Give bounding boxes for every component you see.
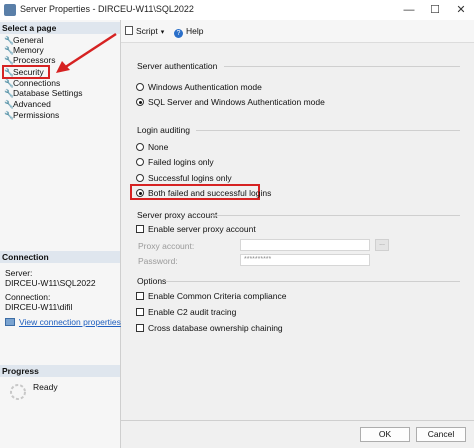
connection-header: Connection [0, 251, 120, 263]
audit-successful-radio[interactable] [136, 174, 144, 182]
wrench-icon: 🔧 [4, 111, 14, 120]
page-permissions[interactable]: 🔧Permissions [4, 110, 59, 120]
windows-auth-radio[interactable] [136, 83, 144, 91]
minimize-button[interactable]: — [396, 0, 422, 20]
progress-header: Progress [0, 365, 120, 377]
view-connection-link[interactable]: View connection properties [19, 317, 121, 327]
common-criteria-checkbox[interactable] [136, 292, 144, 300]
app-icon [4, 4, 16, 16]
page-label: Security [13, 67, 44, 77]
cancel-button[interactable]: Cancel [416, 427, 466, 442]
page-advanced[interactable]: 🔧Advanced [4, 99, 51, 109]
ok-button[interactable]: OK [360, 427, 410, 442]
proxy-account-label: Proxy account: [138, 241, 195, 251]
mixed-auth-label: SQL Server and Windows Authentication mo… [148, 97, 325, 107]
help-icon: ? [174, 29, 183, 38]
server-label: Server: [5, 268, 33, 278]
divider [224, 66, 460, 67]
annotation-arrow [56, 32, 117, 73]
script-button[interactable]: Script ▾ [125, 26, 164, 36]
enable-proxy-label: Enable server proxy account [148, 224, 256, 234]
progress-spinner-icon [10, 384, 26, 400]
divider [210, 215, 460, 216]
common-criteria-label: Enable Common Criteria compliance [148, 291, 287, 301]
audit-none-radio[interactable] [136, 143, 144, 151]
connection-label: Connection: [5, 292, 51, 302]
audit-none-label: None [148, 142, 169, 152]
cross-db-checkbox[interactable] [136, 324, 144, 332]
password-label: Password: [138, 256, 178, 266]
cross-db-label: Cross database ownership chaining [148, 323, 283, 333]
browse-button[interactable]: ... [375, 239, 389, 251]
audit-failed-label: Failed logins only [148, 157, 214, 167]
wrench-icon: 🔧 [4, 89, 14, 98]
page-label: Database Settings [13, 88, 83, 98]
help-label: Help [186, 26, 204, 36]
connection-properties-icon [5, 318, 15, 326]
c2-audit-label: Enable C2 audit tracing [148, 307, 237, 317]
mixed-auth-radio[interactable] [136, 98, 144, 106]
proxy-group-label: Server proxy account [137, 210, 218, 220]
page-label: Advanced [13, 99, 51, 109]
title-bar: Server Properties - DIRCEU-W11\SQL2022 —… [0, 0, 474, 21]
audit-both-label: Both failed and successful logins [148, 188, 272, 198]
proxy-account-input[interactable] [240, 239, 370, 251]
divider [196, 130, 460, 131]
script-icon [125, 26, 133, 35]
progress-status: Ready [33, 382, 58, 392]
windows-auth-label: Windows Authentication mode [148, 82, 262, 92]
window-title: Server Properties - DIRCEU-W11\SQL2022 [20, 4, 194, 14]
script-label: Script [136, 26, 158, 36]
password-input[interactable]: ********** [240, 254, 370, 266]
c2-audit-checkbox[interactable] [136, 308, 144, 316]
page-security[interactable]: 🔧Security [2, 65, 50, 79]
page-database-settings[interactable]: 🔧Database Settings [4, 88, 82, 98]
page-general[interactable]: 🔧General [4, 35, 43, 45]
page-connections[interactable]: 🔧Connections [4, 78, 60, 88]
help-button[interactable]: ? Help [174, 26, 203, 38]
enable-proxy-checkbox[interactable] [136, 225, 144, 233]
audit-both-radio[interactable] [136, 189, 144, 197]
page-label: Memory [13, 45, 44, 55]
server-auth-group-label: Server authentication [137, 61, 218, 71]
view-connection-properties[interactable]: View connection properties [5, 317, 121, 327]
page-label: General [13, 35, 44, 45]
maximize-button[interactable]: ☐ [422, 0, 448, 20]
chevron-down-icon: ▾ [160, 29, 165, 36]
options-group-label: Options [137, 276, 167, 286]
divider [166, 281, 460, 282]
wrench-icon: 🔧 [4, 100, 14, 109]
login-auditing-group-label: Login auditing [137, 125, 190, 135]
page-processors[interactable]: 🔧Processors [4, 55, 56, 65]
footer-divider [121, 420, 474, 421]
server-value: DIRCEU-W11\SQL2022 [5, 278, 96, 288]
audit-successful-label: Successful logins only [148, 173, 232, 183]
connection-value: DIRCEU-W11\difil [5, 302, 73, 312]
page-memory[interactable]: 🔧Memory [4, 45, 44, 55]
audit-failed-radio[interactable] [136, 158, 144, 166]
page-label: Permissions [13, 110, 60, 120]
wrench-icon: 🔧 [4, 68, 14, 77]
close-button[interactable]: ✕ [448, 0, 474, 20]
page-label: Connections [13, 78, 61, 88]
